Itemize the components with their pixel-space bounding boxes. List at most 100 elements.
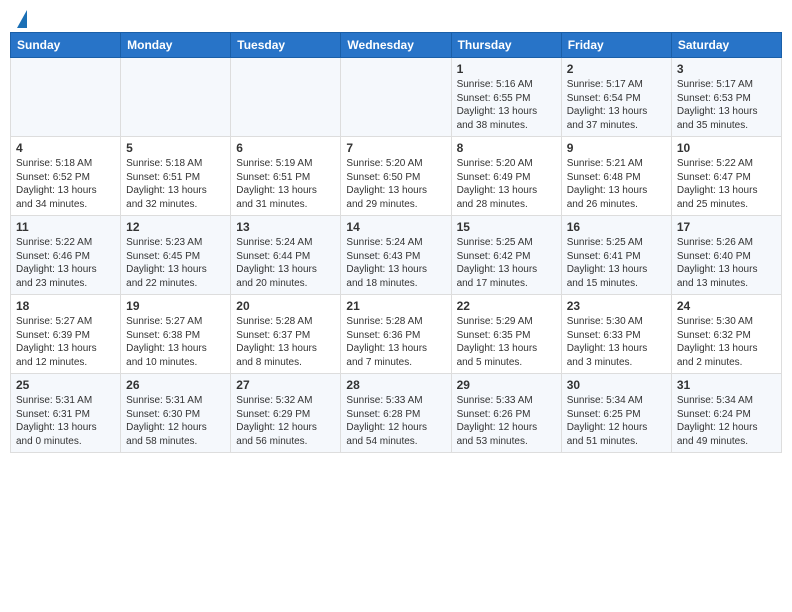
day-info: Sunrise: 5:27 AMSunset: 6:39 PMDaylight:… bbox=[16, 315, 115, 369]
calendar-day-cell: 13 Sunrise: 5:24 AMSunset: 6:44 PMDayligh… bbox=[231, 216, 341, 295]
day-number: 24 bbox=[677, 299, 776, 313]
weekday-header-cell: Saturday bbox=[671, 33, 781, 58]
day-number: 29 bbox=[457, 378, 556, 392]
day-info: Sunrise: 5:19 AMSunset: 6:51 PMDaylight:… bbox=[236, 157, 335, 211]
calendar-day-cell: 29 Sunrise: 5:33 AMSunset: 6:26 PMDayligh… bbox=[451, 374, 561, 453]
calendar-day-cell: 21 Sunrise: 5:28 AMSunset: 6:36 PMDayligh… bbox=[341, 295, 451, 374]
weekday-header-cell: Monday bbox=[121, 33, 231, 58]
weekday-header-cell: Thursday bbox=[451, 33, 561, 58]
day-info: Sunrise: 5:26 AMSunset: 6:40 PMDaylight:… bbox=[677, 236, 776, 290]
calendar-week-row: 11Sunrise: 5:22 AMSunset: 6:46 PMDayligh… bbox=[11, 216, 782, 295]
day-number: 13 bbox=[236, 220, 335, 234]
day-info: Sunrise: 5:31 AMSunset: 6:30 PMDaylight:… bbox=[126, 394, 225, 448]
calendar-week-row: 25 Sunrise: 5:31 AMSunset: 6:31 PMDayligh… bbox=[11, 374, 782, 453]
day-info: Sunrise: 5:20 AMSunset: 6:49 PMDaylight:… bbox=[457, 157, 556, 211]
day-info: Sunrise: 5:18 AMSunset: 6:52 PMDaylight:… bbox=[16, 157, 115, 211]
day-info: Sunrise: 5:28 AMSunset: 6:37 PMDaylight:… bbox=[236, 315, 335, 369]
day-number: 6 bbox=[236, 141, 335, 155]
day-info: Sunrise: 5:17 AMSunset: 6:54 PMDaylight:… bbox=[567, 78, 666, 132]
day-number: 28 bbox=[346, 378, 445, 392]
day-number: 9 bbox=[567, 141, 666, 155]
calendar-week-row: 4 Sunrise: 5:18 AMSunset: 6:52 PMDaylight… bbox=[11, 137, 782, 216]
calendar-day-cell: 2 Sunrise: 5:17 AMSunset: 6:54 PMDaylight… bbox=[561, 58, 671, 137]
logo bbox=[14, 10, 27, 24]
day-info: Sunrise: 5:29 AMSunset: 6:35 PMDaylight:… bbox=[457, 315, 556, 369]
day-number: 22 bbox=[457, 299, 556, 313]
calendar-week-row: 18 Sunrise: 5:27 AMSunset: 6:39 PMDayligh… bbox=[11, 295, 782, 374]
day-number: 16 bbox=[567, 220, 666, 234]
day-number: 11 bbox=[16, 220, 115, 234]
day-info: Sunrise: 5:17 AMSunset: 6:53 PMDaylight:… bbox=[677, 78, 776, 132]
calendar-week-row: 1 Sunrise: 5:16 AMSunset: 6:55 PMDaylight… bbox=[11, 58, 782, 137]
calendar-day-cell: 24Sunrise: 5:30 AMSunset: 6:32 PMDayligh… bbox=[671, 295, 781, 374]
calendar-table: SundayMondayTuesdayWednesdayThursdayFrid… bbox=[10, 32, 782, 453]
calendar-day-cell: 20 Sunrise: 5:28 AMSunset: 6:37 PMDayligh… bbox=[231, 295, 341, 374]
calendar-day-cell bbox=[121, 58, 231, 137]
day-info: Sunrise: 5:22 AMSunset: 6:47 PMDaylight:… bbox=[677, 157, 776, 211]
calendar-day-cell: 3 Sunrise: 5:17 AMSunset: 6:53 PMDaylight… bbox=[671, 58, 781, 137]
day-info: Sunrise: 5:25 AMSunset: 6:42 PMDaylight:… bbox=[457, 236, 556, 290]
calendar-day-cell: 17 Sunrise: 5:26 AMSunset: 6:40 PMDayligh… bbox=[671, 216, 781, 295]
calendar-day-cell: 14 Sunrise: 5:24 AMSunset: 6:43 PMDayligh… bbox=[341, 216, 451, 295]
calendar-day-cell: 31 Sunrise: 5:34 AMSunset: 6:24 PMDayligh… bbox=[671, 374, 781, 453]
day-number: 31 bbox=[677, 378, 776, 392]
day-info: Sunrise: 5:31 AMSunset: 6:31 PMDaylight:… bbox=[16, 394, 115, 448]
day-number: 18 bbox=[16, 299, 115, 313]
day-info: Sunrise: 5:32 AMSunset: 6:29 PMDaylight:… bbox=[236, 394, 335, 448]
day-number: 25 bbox=[16, 378, 115, 392]
day-number: 5 bbox=[126, 141, 225, 155]
day-info: Sunrise: 5:24 AMSunset: 6:43 PMDaylight:… bbox=[346, 236, 445, 290]
day-info: Sunrise: 5:18 AMSunset: 6:51 PMDaylight:… bbox=[126, 157, 225, 211]
day-number: 21 bbox=[346, 299, 445, 313]
calendar-day-cell bbox=[341, 58, 451, 137]
day-number: 8 bbox=[457, 141, 556, 155]
calendar-day-cell: 1 Sunrise: 5:16 AMSunset: 6:55 PMDaylight… bbox=[451, 58, 561, 137]
calendar-day-cell: 30Sunrise: 5:34 AMSunset: 6:25 PMDayligh… bbox=[561, 374, 671, 453]
day-number: 10 bbox=[677, 141, 776, 155]
calendar-day-cell: 8 Sunrise: 5:20 AMSunset: 6:49 PMDaylight… bbox=[451, 137, 561, 216]
calendar-day-cell: 12Sunrise: 5:23 AMSunset: 6:45 PMDayligh… bbox=[121, 216, 231, 295]
day-number: 4 bbox=[16, 141, 115, 155]
weekday-header-cell: Friday bbox=[561, 33, 671, 58]
calendar-day-cell: 9 Sunrise: 5:21 AMSunset: 6:48 PMDaylight… bbox=[561, 137, 671, 216]
day-number: 7 bbox=[346, 141, 445, 155]
calendar-day-cell bbox=[11, 58, 121, 137]
day-number: 1 bbox=[457, 62, 556, 76]
day-number: 14 bbox=[346, 220, 445, 234]
day-info: Sunrise: 5:25 AMSunset: 6:41 PMDaylight:… bbox=[567, 236, 666, 290]
day-info: Sunrise: 5:23 AMSunset: 6:45 PMDaylight:… bbox=[126, 236, 225, 290]
weekday-header-cell: Sunday bbox=[11, 33, 121, 58]
day-info: Sunrise: 5:24 AMSunset: 6:44 PMDaylight:… bbox=[236, 236, 335, 290]
day-info: Sunrise: 5:20 AMSunset: 6:50 PMDaylight:… bbox=[346, 157, 445, 211]
calendar-day-cell: 7 Sunrise: 5:20 AMSunset: 6:50 PMDaylight… bbox=[341, 137, 451, 216]
day-info: Sunrise: 5:21 AMSunset: 6:48 PMDaylight:… bbox=[567, 157, 666, 211]
day-info: Sunrise: 5:33 AMSunset: 6:26 PMDaylight:… bbox=[457, 394, 556, 448]
header bbox=[10, 10, 782, 24]
day-info: Sunrise: 5:30 AMSunset: 6:33 PMDaylight:… bbox=[567, 315, 666, 369]
calendar-day-cell: 15 Sunrise: 5:25 AMSunset: 6:42 PMDayligh… bbox=[451, 216, 561, 295]
calendar-day-cell: 10 Sunrise: 5:22 AMSunset: 6:47 PMDayligh… bbox=[671, 137, 781, 216]
calendar-day-cell: 4 Sunrise: 5:18 AMSunset: 6:52 PMDaylight… bbox=[11, 137, 121, 216]
calendar-day-cell: 16 Sunrise: 5:25 AMSunset: 6:41 PMDayligh… bbox=[561, 216, 671, 295]
weekday-header-row: SundayMondayTuesdayWednesdayThursdayFrid… bbox=[11, 33, 782, 58]
day-number: 2 bbox=[567, 62, 666, 76]
calendar-day-cell: 23Sunrise: 5:30 AMSunset: 6:33 PMDayligh… bbox=[561, 295, 671, 374]
day-number: 3 bbox=[677, 62, 776, 76]
day-info: Sunrise: 5:27 AMSunset: 6:38 PMDaylight:… bbox=[126, 315, 225, 369]
calendar-day-cell: 5 Sunrise: 5:18 AMSunset: 6:51 PMDaylight… bbox=[121, 137, 231, 216]
day-number: 17 bbox=[677, 220, 776, 234]
calendar-day-cell: 6 Sunrise: 5:19 AMSunset: 6:51 PMDaylight… bbox=[231, 137, 341, 216]
calendar-day-cell: 25 Sunrise: 5:31 AMSunset: 6:31 PMDayligh… bbox=[11, 374, 121, 453]
calendar-day-cell: 22 Sunrise: 5:29 AMSunset: 6:35 PMDayligh… bbox=[451, 295, 561, 374]
day-info: Sunrise: 5:34 AMSunset: 6:24 PMDaylight:… bbox=[677, 394, 776, 448]
day-number: 15 bbox=[457, 220, 556, 234]
calendar-day-cell: 11Sunrise: 5:22 AMSunset: 6:46 PMDayligh… bbox=[11, 216, 121, 295]
day-info: Sunrise: 5:16 AMSunset: 6:55 PMDaylight:… bbox=[457, 78, 556, 132]
day-number: 30 bbox=[567, 378, 666, 392]
day-info: Sunrise: 5:28 AMSunset: 6:36 PMDaylight:… bbox=[346, 315, 445, 369]
calendar-day-cell: 18 Sunrise: 5:27 AMSunset: 6:39 PMDayligh… bbox=[11, 295, 121, 374]
calendar-body: 1 Sunrise: 5:16 AMSunset: 6:55 PMDaylight… bbox=[11, 58, 782, 453]
calendar-day-cell bbox=[231, 58, 341, 137]
day-number: 20 bbox=[236, 299, 335, 313]
day-info: Sunrise: 5:33 AMSunset: 6:28 PMDaylight:… bbox=[346, 394, 445, 448]
